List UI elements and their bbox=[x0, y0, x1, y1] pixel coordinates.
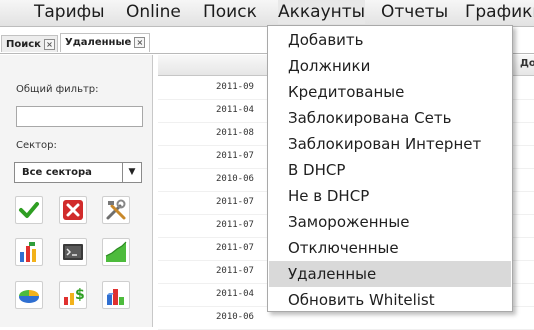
menu-online[interactable]: Online bbox=[126, 0, 181, 24]
general-filter-input[interactable] bbox=[16, 106, 143, 127]
menu-item-credited[interactable]: Кредитованые bbox=[269, 79, 511, 105]
tools-button[interactable] bbox=[102, 196, 130, 224]
menu-item-debtors[interactable]: Должники bbox=[269, 53, 511, 79]
payments-button[interactable]: $ bbox=[59, 281, 87, 309]
bar-chart-icon bbox=[20, 242, 36, 262]
menu-tariffs[interactable]: Тарифы bbox=[34, 0, 105, 24]
row-date: 2011-08 bbox=[216, 128, 254, 138]
general-filter-label: Общий фильтр: bbox=[16, 84, 99, 95]
menu-item-in-dhcp[interactable]: В DHCP bbox=[269, 157, 511, 183]
menu-reports[interactable]: Отчеты bbox=[381, 0, 448, 24]
menu-item-internet-blocked[interactable]: Заблокирован Интернет bbox=[269, 131, 511, 157]
row-date: 2011-07 bbox=[216, 266, 254, 276]
accounts-dropdown-menu: Добавить Должники Кредитованые Заблокиро… bbox=[267, 25, 513, 312]
close-icon[interactable]: × bbox=[43, 38, 55, 50]
row-date: 2011-04 bbox=[216, 105, 254, 115]
row-date: 2010-06 bbox=[216, 174, 254, 184]
row-date: 2011-07 bbox=[216, 220, 254, 230]
3d-report-button[interactable] bbox=[102, 281, 130, 309]
row-date: 2010-06 bbox=[216, 312, 254, 322]
menu-item-add[interactable]: Добавить bbox=[269, 27, 511, 53]
sector-selected-value: Все сектора bbox=[22, 167, 92, 178]
row-date: 2011-07 bbox=[216, 243, 254, 253]
menu-item-update-whitelist[interactable]: Обновить Whitelist bbox=[269, 287, 511, 313]
sector-select[interactable]: Все сектора ▼ bbox=[14, 162, 142, 183]
row-date: 2011-07 bbox=[216, 151, 254, 161]
tab-search-label: Поиск bbox=[6, 39, 41, 50]
console-button[interactable] bbox=[59, 238, 87, 266]
delete-icon bbox=[63, 200, 83, 220]
area-chart-icon bbox=[105, 241, 127, 262]
sector-label: Сектор: bbox=[16, 140, 57, 151]
tab-deleted-label: Удаленные bbox=[65, 37, 132, 48]
traffic-chart-button[interactable] bbox=[102, 238, 130, 266]
menu-item-deleted[interactable]: Удаленные bbox=[269, 261, 511, 287]
main-menubar: Тарифы Online Поиск Аккаунты Отчеты Граф… bbox=[0, 0, 534, 27]
menu-item-network-blocked[interactable]: Заблокирована Сеть bbox=[269, 105, 511, 131]
menu-item-not-in-dhcp[interactable]: Не в DHCP bbox=[269, 183, 511, 209]
terminal-icon bbox=[63, 244, 83, 260]
tab-search[interactable]: Поиск × bbox=[1, 35, 58, 52]
svg-text:$: $ bbox=[75, 287, 85, 303]
pie-report-button[interactable] bbox=[15, 281, 43, 309]
row-date: 2011-04 bbox=[216, 289, 254, 299]
chevron-down-icon[interactable]: ▼ bbox=[122, 163, 141, 182]
money-icon: $ bbox=[64, 287, 85, 305]
menu-search[interactable]: Поиск bbox=[203, 0, 257, 24]
row-date: 2011-07 bbox=[216, 197, 254, 207]
checkmark-icon bbox=[19, 202, 39, 218]
menu-charts[interactable]: Графики bbox=[465, 0, 534, 24]
statistics-button[interactable] bbox=[15, 238, 43, 266]
delete-button[interactable] bbox=[59, 196, 87, 224]
row-date: 2011-09 bbox=[216, 82, 254, 92]
tab-deleted[interactable]: Удаленные × bbox=[60, 33, 150, 52]
pie-chart-icon bbox=[19, 290, 39, 303]
close-icon[interactable]: × bbox=[134, 36, 146, 48]
approve-button[interactable] bbox=[15, 196, 43, 224]
menu-accounts[interactable]: Аккаунты bbox=[278, 0, 366, 24]
menu-item-disabled[interactable]: Отключенные bbox=[269, 235, 511, 261]
3d-chart-icon bbox=[107, 289, 124, 305]
grid-header-column[interactable]: До bbox=[520, 58, 534, 69]
menu-item-frozen[interactable]: Замороженные bbox=[269, 209, 511, 235]
tools-icon bbox=[106, 199, 126, 220]
